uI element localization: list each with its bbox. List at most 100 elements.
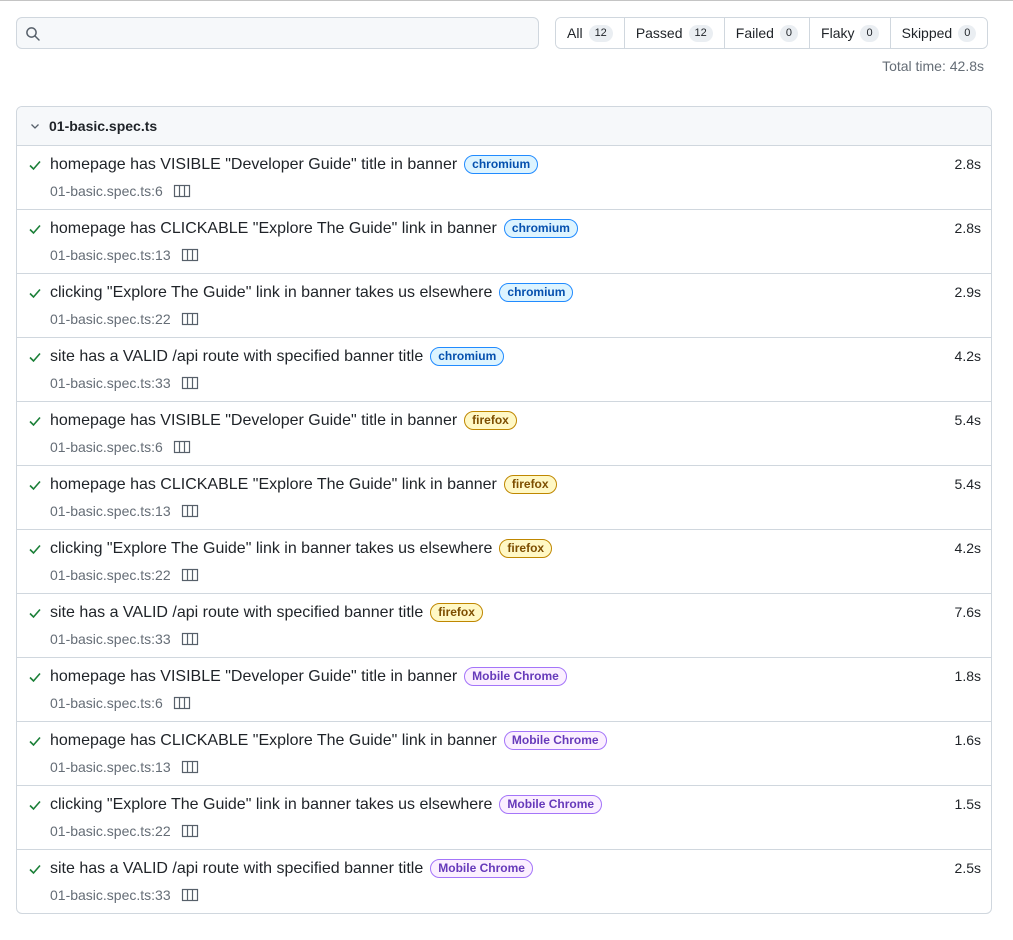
test-location-link[interactable]: 01-basic.spec.ts:22 xyxy=(50,567,171,583)
search-input[interactable] xyxy=(49,18,529,48)
test-title-link[interactable]: clicking "Explore The Guide" link in ban… xyxy=(50,284,492,302)
project-badge[interactable]: chromium xyxy=(430,347,505,366)
test-duration: 7.6s xyxy=(954,604,981,620)
test-location-line: 01-basic.spec.ts:6 xyxy=(50,439,191,455)
project-badge[interactable]: Mobile Chrome xyxy=(464,667,567,686)
test-title-link[interactable]: homepage has VISIBLE "Developer Guide" t… xyxy=(50,156,457,174)
check-icon xyxy=(29,864,41,875)
test-title-link[interactable]: site has a VALID /api route with specifi… xyxy=(50,604,423,622)
check-icon xyxy=(29,544,41,555)
spec-file-group: 01-basic.spec.ts homepage has VISIBLE "D… xyxy=(16,106,992,914)
project-badge[interactable]: chromium xyxy=(499,283,574,302)
top-divider xyxy=(0,0,1013,1)
project-badge[interactable]: chromium xyxy=(503,219,578,238)
check-icon xyxy=(29,416,41,427)
search-box[interactable] xyxy=(16,17,539,49)
test-location-line: 01-basic.spec.ts:33 xyxy=(50,375,199,391)
filter-label: All xyxy=(567,25,583,41)
test-duration: 1.8s xyxy=(954,668,981,684)
trace-icon[interactable] xyxy=(181,760,199,774)
test-title-line: homepage has CLICKABLE "Explore The Guid… xyxy=(50,731,607,750)
filter-label: Flaky xyxy=(821,25,855,41)
check-icon xyxy=(29,160,41,171)
test-location-link[interactable]: 01-basic.spec.ts:33 xyxy=(50,631,171,647)
test-title-link[interactable]: clicking "Explore The Guide" link in ban… xyxy=(50,796,492,814)
spec-file-header[interactable]: 01-basic.spec.ts xyxy=(17,107,991,146)
test-duration: 1.5s xyxy=(954,796,981,812)
test-location-link[interactable]: 01-basic.spec.ts:33 xyxy=(50,375,171,391)
test-location-link[interactable]: 01-basic.spec.ts:13 xyxy=(50,247,171,263)
test-list: homepage has VISIBLE "Developer Guide" t… xyxy=(17,146,991,913)
project-badge[interactable]: firefox xyxy=(499,539,553,558)
filter-count: 0 xyxy=(779,24,799,42)
test-location-link[interactable]: 01-basic.spec.ts:33 xyxy=(50,887,171,903)
filter-skipped[interactable]: Skipped 0 xyxy=(889,18,988,48)
trace-icon[interactable] xyxy=(173,184,191,198)
test-location-link[interactable]: 01-basic.spec.ts:6 xyxy=(50,439,163,455)
filter-flaky[interactable]: Flaky 0 xyxy=(809,18,890,48)
test-row: site has a VALID /api route with specifi… xyxy=(17,338,991,402)
filter-count: 0 xyxy=(958,24,977,42)
trace-icon[interactable] xyxy=(173,696,191,710)
check-icon xyxy=(29,672,41,683)
test-title-line: homepage has VISIBLE "Developer Guide" t… xyxy=(50,411,517,430)
test-title-link[interactable]: homepage has CLICKABLE "Explore The Guid… xyxy=(50,476,497,494)
trace-icon[interactable] xyxy=(181,504,199,518)
test-location-line: 01-basic.spec.ts:6 xyxy=(50,183,191,199)
test-location-line: 01-basic.spec.ts:6 xyxy=(50,695,191,711)
project-badge[interactable]: Mobile Chrome xyxy=(499,795,603,814)
project-badge[interactable]: chromium xyxy=(464,155,539,174)
test-row: homepage has CLICKABLE "Explore The Guid… xyxy=(17,466,991,530)
check-icon xyxy=(29,800,41,811)
trace-icon[interactable] xyxy=(173,440,191,454)
test-duration: 5.4s xyxy=(954,476,981,492)
test-title-link[interactable]: clicking "Explore The Guide" link in ban… xyxy=(50,540,492,558)
test-location-link[interactable]: 01-basic.spec.ts:22 xyxy=(50,311,171,327)
test-row: homepage has VISIBLE "Developer Guide" t… xyxy=(17,146,991,210)
test-title-link[interactable]: homepage has VISIBLE "Developer Guide" t… xyxy=(50,412,457,430)
filter-count: 12 xyxy=(688,24,713,42)
test-location-link[interactable]: 01-basic.spec.ts:6 xyxy=(50,183,163,199)
project-badge[interactable]: Mobile Chrome xyxy=(430,859,533,878)
test-title-link[interactable]: homepage has VISIBLE "Developer Guide" t… xyxy=(50,668,457,686)
trace-icon[interactable] xyxy=(181,824,199,838)
test-title-line: homepage has VISIBLE "Developer Guide" t… xyxy=(50,667,567,686)
check-icon xyxy=(29,224,41,235)
test-duration: 4.2s xyxy=(954,348,981,364)
filter-all[interactable]: All 12 xyxy=(556,18,624,48)
test-location-line: 01-basic.spec.ts:33 xyxy=(50,631,199,647)
check-icon xyxy=(29,608,41,619)
project-badge[interactable]: Mobile Chrome xyxy=(503,731,607,750)
project-badge[interactable]: firefox xyxy=(503,475,557,494)
test-title-line: site has a VALID /api route with specifi… xyxy=(50,603,483,622)
test-title-line: site has a VALID /api route with specifi… xyxy=(50,859,533,878)
trace-icon[interactable] xyxy=(181,568,199,582)
test-title-link[interactable]: homepage has CLICKABLE "Explore The Guid… xyxy=(50,732,497,750)
test-title-link[interactable]: site has a VALID /api route with specifi… xyxy=(50,860,423,878)
trace-icon[interactable] xyxy=(181,632,199,646)
project-badge[interactable]: firefox xyxy=(464,411,517,430)
trace-icon[interactable] xyxy=(181,888,199,902)
test-title-link[interactable]: site has a VALID /api route with specifi… xyxy=(50,348,423,366)
trace-icon[interactable] xyxy=(181,312,199,326)
test-title-line: site has a VALID /api route with specifi… xyxy=(50,347,505,366)
test-location-line: 01-basic.spec.ts:22 xyxy=(50,311,199,327)
trace-icon[interactable] xyxy=(181,376,199,390)
test-row: homepage has CLICKABLE "Explore The Guid… xyxy=(17,722,991,786)
filter-failed[interactable]: Failed 0 xyxy=(723,18,810,48)
filter-label: Passed xyxy=(635,25,683,41)
test-title-line: homepage has VISIBLE "Developer Guide" t… xyxy=(50,155,539,174)
test-location-link[interactable]: 01-basic.spec.ts:13 xyxy=(50,759,171,775)
trace-icon[interactable] xyxy=(181,248,199,262)
spec-file-name: 01-basic.spec.ts xyxy=(49,118,158,134)
test-title-link[interactable]: homepage has CLICKABLE "Explore The Guid… xyxy=(50,220,497,238)
filter-passed[interactable]: Passed 12 xyxy=(623,18,724,48)
test-location-link[interactable]: 01-basic.spec.ts:13 xyxy=(50,503,171,519)
test-location-link[interactable]: 01-basic.spec.ts:6 xyxy=(50,695,163,711)
status-filter-bar: All 12 Passed 12 Failed 0 Flaky 0 Skipped 0 xyxy=(555,17,989,49)
test-location-link[interactable]: 01-basic.spec.ts:22 xyxy=(50,823,171,839)
test-title-line: clicking "Explore The Guide" link in ban… xyxy=(50,283,574,302)
project-badge[interactable]: firefox xyxy=(430,603,483,622)
test-row: site has a VALID /api route with specifi… xyxy=(17,594,991,658)
test-row: homepage has VISIBLE "Developer Guide" t… xyxy=(17,402,991,466)
